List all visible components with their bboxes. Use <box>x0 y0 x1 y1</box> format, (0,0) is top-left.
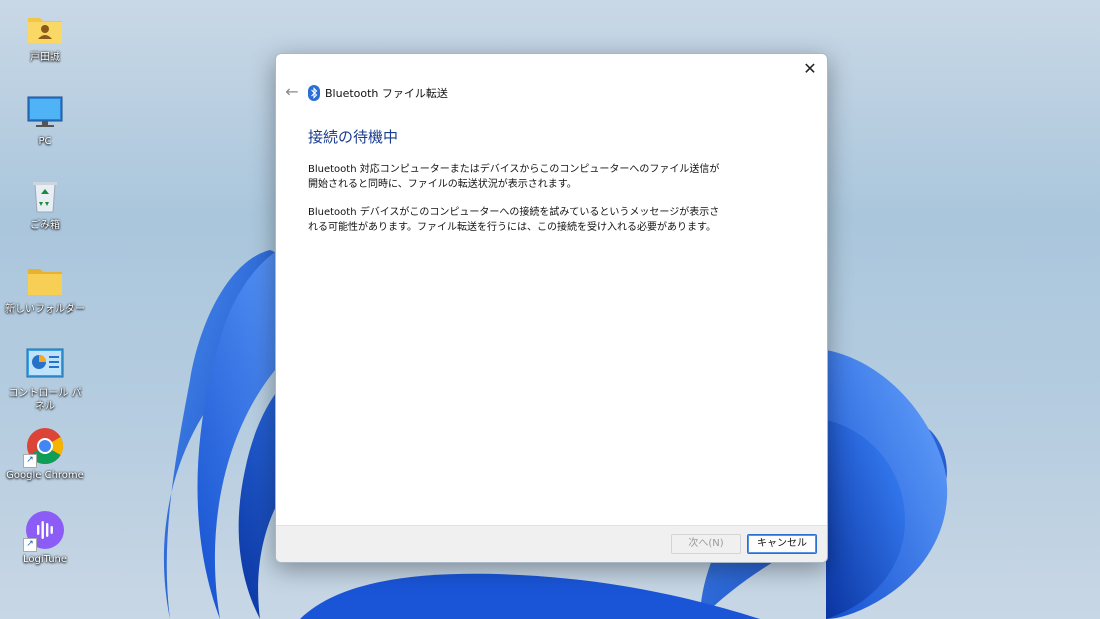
desktop-icon-google-chrome[interactable]: ↗ Google Chrome <box>4 426 86 482</box>
back-button[interactable]: ← <box>282 82 302 102</box>
bluetooth-file-transfer-dialog: ✕ ← Bluetooth ファイル転送 接続の待機中 Bluetooth 対応… <box>275 53 828 563</box>
folder-icon <box>25 260 65 300</box>
monitor-icon <box>25 92 65 132</box>
description-paragraph-1: Bluetooth 対応コンピューターまたはデバイスからこのコンピューターへのフ… <box>308 164 720 190</box>
desktop-icon-label: 新しいフォルダー <box>5 304 85 315</box>
desktop-icon-label: LogiTune <box>22 554 68 565</box>
logitune-icon: ↗ <box>23 510 65 552</box>
chrome-icon: ↗ <box>23 426 65 468</box>
shortcut-arrow-icon: ↗ <box>23 538 37 552</box>
bluetooth-icon <box>308 85 320 101</box>
recycle-bin-icon <box>25 176 65 216</box>
desktop-icon-label: PC <box>38 136 52 147</box>
control-panel-icon <box>25 344 65 384</box>
desktop-icon-label: 戸田誠 <box>30 52 60 63</box>
desktop-icon-recycle-bin[interactable]: ごみ箱 <box>4 176 86 232</box>
desktop-icon-label: ごみ箱 <box>30 220 60 231</box>
desktop-icon-logitune[interactable]: ↗ LogiTune <box>4 510 86 566</box>
dialog-title: Bluetooth ファイル転送 <box>325 87 448 100</box>
close-icon: ✕ <box>803 59 817 78</box>
desktop-icon-label: コントロール パネル <box>8 388 82 412</box>
desktop-icon-pc[interactable]: PC <box>4 92 86 148</box>
dialog-footer: 次へ(N) キャンセル <box>276 525 827 562</box>
desktop-icon-control-panel[interactable]: コントロール パネル <box>4 344 86 413</box>
next-button[interactable]: 次へ(N) <box>671 534 741 554</box>
shortcut-arrow-icon: ↗ <box>23 454 37 468</box>
cancel-button[interactable]: キャンセル <box>747 534 817 554</box>
user-folder-icon <box>25 8 65 48</box>
desktop-icon-new-folder[interactable]: 新しいフォルダー <box>4 260 86 316</box>
description-paragraph-2: Bluetooth デバイスがこのコンピューターへの接続を試みているというメッセ… <box>308 207 720 233</box>
close-button[interactable]: ✕ <box>799 58 821 80</box>
page-heading: 接続の待機中 <box>308 128 399 146</box>
back-arrow-icon: ← <box>285 82 299 101</box>
desktop-icon-user-folder[interactable]: 戸田誠 <box>4 8 86 64</box>
dialog-title-bar: Bluetooth ファイル転送 <box>308 84 448 102</box>
desktop-icon-label: Google Chrome <box>6 470 84 481</box>
